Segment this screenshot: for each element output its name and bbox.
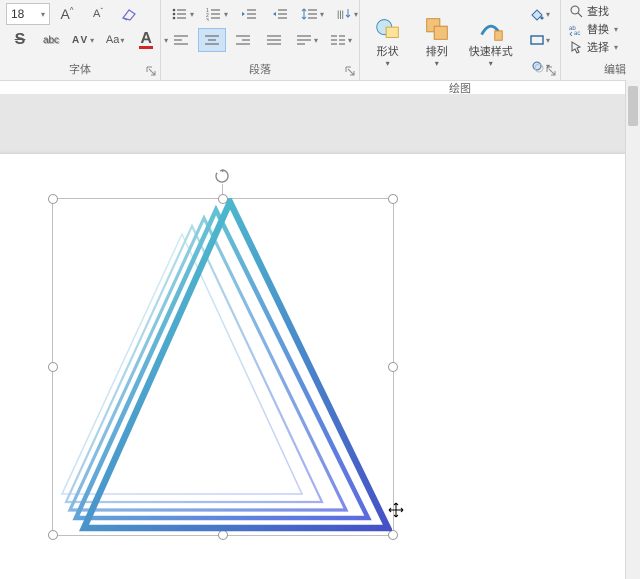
search-icon [569,4,583,18]
chevron-down-icon: ▾ [614,25,618,34]
dialog-launcher-paragraph[interactable] [345,66,355,76]
chevron-down-icon: ▾ [489,59,493,68]
group-label-paragraph: 段落 [167,59,353,80]
text-direction-button[interactable]: |||▾ [331,2,362,26]
decrease-font-button[interactable]: Aˇ [84,2,112,26]
replace-button[interactable]: abac 替换 ▾ [567,20,620,38]
font-size-value: 18 [11,7,24,21]
effects-icon [529,59,545,73]
svg-text:3: 3 [206,18,209,21]
find-button[interactable]: 查找 [567,2,620,20]
bucket-icon [529,7,545,21]
font-size-combo[interactable]: 18 ▾ [6,3,50,25]
group-drawing: 形状 ▾ 排列 ▾ 快速样式 ▾ ▾ ▾ ▾ [360,0,561,80]
svg-text:ac: ac [574,31,580,36]
shapes-button[interactable]: 形状 ▾ [366,12,409,67]
group-font: 18 ▾ A^ Aˇ S abc AV▾ Aa▾ A [0,0,161,80]
align-right-button[interactable] [229,28,257,52]
vertical-scrollbar[interactable] [625,80,640,579]
shape-outline-button[interactable]: ▾ [525,28,554,52]
align-center-button[interactable] [198,28,226,52]
chevron-down-icon: ▾ [435,59,439,68]
group-editing: 查找 abac 替换 ▾ 选择 ▾ 编辑 [561,0,640,80]
justify-button[interactable] [260,28,288,52]
quick-styles-icon [476,14,506,44]
align-left-button[interactable] [167,28,195,52]
dialog-launcher-drawing[interactable] [546,66,556,76]
shapes-icon [373,14,403,44]
quick-styles-button[interactable]: 快速样式 ▾ [464,12,517,67]
group-label-editing: 编辑 [567,59,640,80]
scrollbar-thumb[interactable] [628,86,638,126]
font-color-bar [139,46,153,49]
numbering-button[interactable]: 123▾ [201,2,232,26]
decrease-indent-button[interactable] [235,2,263,26]
font-color-button[interactable]: A [132,28,160,52]
clear-formatting-button[interactable] [115,2,143,26]
slide-area [0,94,640,579]
bullets-button[interactable]: ▾ [167,2,198,26]
distribute-button[interactable]: ▾ [291,28,322,52]
group-paragraph: ▾ 123▾ ▾ |||▾ ▾ ▾ 段落 [161,0,360,80]
dialog-launcher-font[interactable] [146,66,156,76]
strikethrough-button[interactable]: S [6,28,34,52]
svg-text:|||: ||| [337,9,344,19]
increase-indent-button[interactable] [266,2,294,26]
text-shadow-button[interactable]: abc [37,28,65,52]
character-spacing-button[interactable]: AV▾ [68,28,98,52]
move-cursor-icon [388,502,404,518]
increase-font-button[interactable]: A^ [53,2,81,26]
eraser-icon [120,7,138,21]
arrange-button[interactable]: 排列 ▾ [415,12,458,67]
shape-fill-button[interactable]: ▾ [525,2,554,26]
chevron-down-icon: ▾ [41,10,45,19]
select-button[interactable]: 选择 ▾ [567,38,620,56]
slide-page[interactable] [0,154,640,579]
outline-icon [529,33,545,47]
triangle-shape-group[interactable] [52,198,392,534]
columns-button[interactable]: ▾ [325,28,356,52]
chevron-down-icon: ▾ [614,43,618,52]
change-case-button[interactable]: Aa▾ [101,28,129,52]
group-label-font: 字体 [6,59,154,80]
line-spacing-button[interactable]: ▾ [297,2,328,26]
arrange-icon [422,14,452,44]
ribbon: 18 ▾ A^ Aˇ S abc AV▾ Aa▾ A [0,0,640,81]
cursor-icon [569,40,583,54]
rotation-handle[interactable] [214,168,230,184]
replace-icon: abac [569,22,583,36]
chevron-down-icon: ▾ [386,59,390,68]
